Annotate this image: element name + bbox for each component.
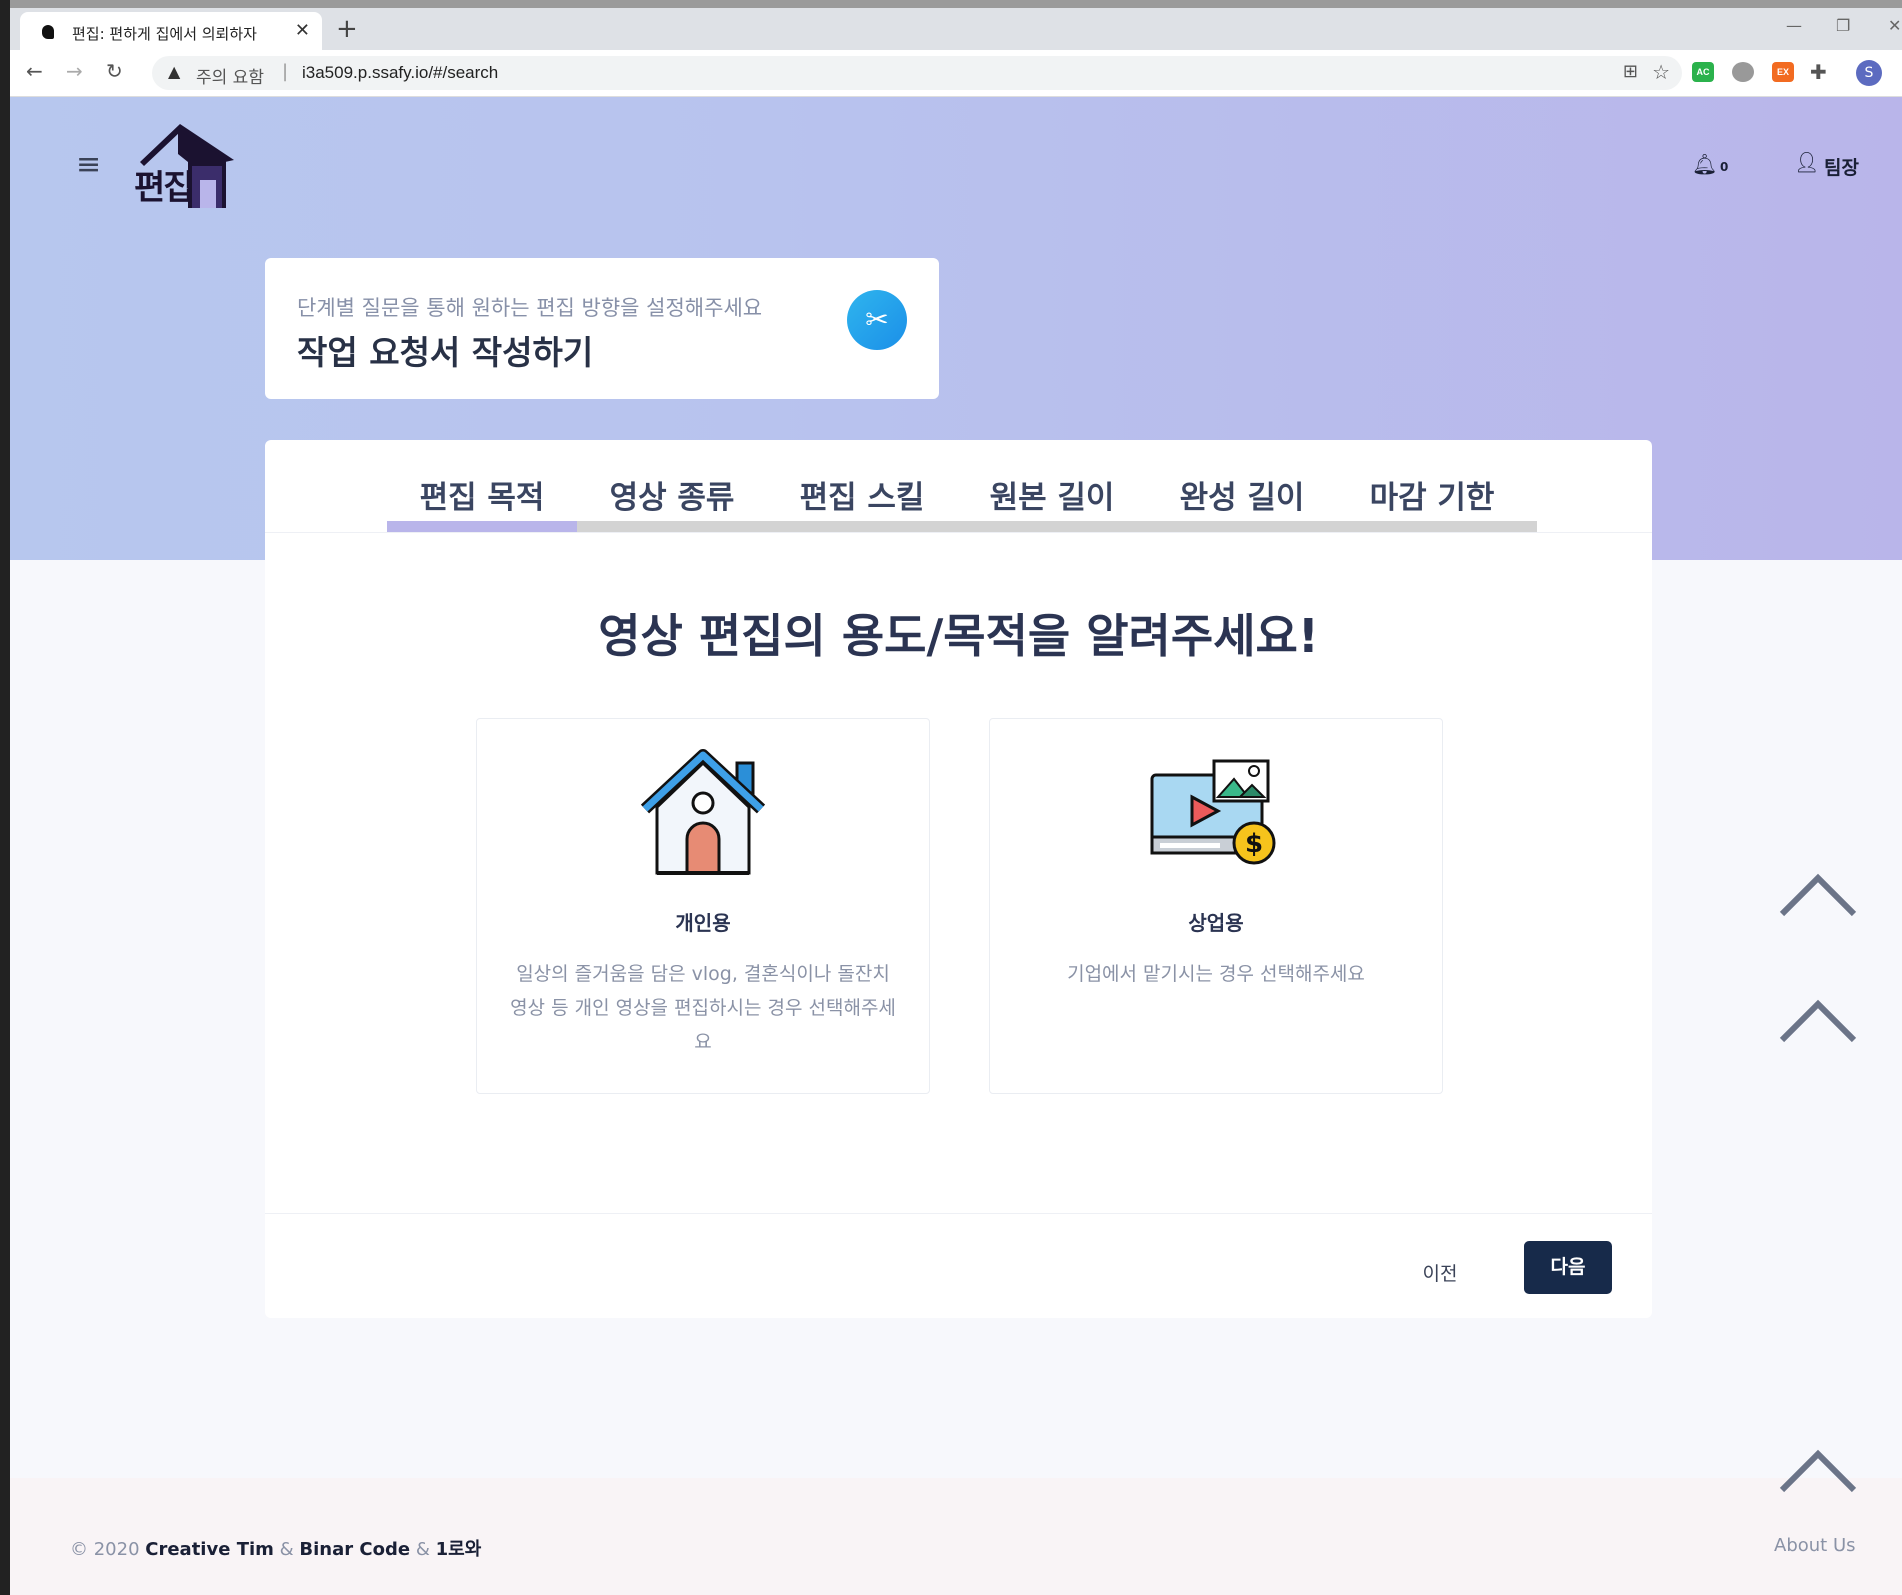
heading-card: 단계별 질문을 통해 원하는 편집 방향을 설정해주세요 작업 요청서 작성하기… xyxy=(265,258,939,399)
video-money-icon: $ xyxy=(1150,759,1276,865)
new-tab-button[interactable]: + xyxy=(336,14,358,44)
option-commercial-description: 기업에서 맡기시는 경우 선택해주세요 xyxy=(1067,963,1365,985)
option-commercial-name: 상업용 xyxy=(1188,911,1244,935)
profile-avatar[interactable]: S xyxy=(1856,60,1882,86)
next-button[interactable]: 다음 xyxy=(1524,1241,1612,1294)
bookmark-star-icon[interactable]: ☆ xyxy=(1652,60,1670,84)
credit-separator: & xyxy=(415,1539,430,1560)
option-commercial[interactable]: $ 상업용 기업에서 맡기시는 경우 선택해주세요 xyxy=(989,718,1443,1094)
option-personal[interactable]: 개인용 일상의 즐거움을 담은 vlog, 결혼식이나 돌잔치 영상 등 개인 … xyxy=(476,718,930,1094)
forward-icon[interactable]: → xyxy=(66,59,83,83)
restore-icon[interactable]: ❐ xyxy=(1836,16,1850,35)
prev-button[interactable]: 이전 xyxy=(1395,1252,1485,1296)
extension-github-icon[interactable] xyxy=(1732,62,1754,82)
question-heading: 영상 편집의 용도/목적을 알려주세요! xyxy=(598,609,1319,663)
option-personal-name: 개인용 xyxy=(675,911,731,935)
url-divider: | xyxy=(282,61,289,82)
translate-icon[interactable]: ⊞ xyxy=(1623,61,1638,82)
address-bar[interactable]: ▲ 주의 요함 | i3a509.p.ssafy.io/#/search ⊞ ☆ xyxy=(152,56,1682,90)
svg-text:$: $ xyxy=(1245,829,1263,859)
heading-title: 작업 요청서 작성하기 xyxy=(297,333,594,372)
request-form-card: 편집 목적 영상 종류 편집 스킬 원본 길이 완성 길이 마감 기한 영상 편… xyxy=(265,440,1652,1318)
about-us-link[interactable]: About Us xyxy=(1774,1535,1856,1556)
extensions-puzzle-icon[interactable]: ✚ xyxy=(1810,60,1827,84)
browser-toolbar: ← → ↻ ▲ 주의 요함 | i3a509.p.ssafy.io/#/sear… xyxy=(10,50,1902,97)
step-progress-active xyxy=(387,521,577,532)
user-icon[interactable]: 👤︎ xyxy=(1794,150,1819,174)
heading-subtitle: 단계별 질문을 통해 원하는 편집 방향을 설정해주세요 xyxy=(297,296,763,320)
tab-edit-skill[interactable]: 편집 스킬 xyxy=(767,472,957,517)
notification-count: 0 xyxy=(1720,160,1729,174)
close-tab-icon[interactable]: ✕ xyxy=(295,20,310,41)
credit-team[interactable]: 1로와 xyxy=(436,1539,482,1560)
back-icon[interactable]: ← xyxy=(26,59,43,83)
credit-binar-code[interactable]: Binar Code xyxy=(299,1539,410,1560)
minimize-icon[interactable]: — xyxy=(1786,16,1802,35)
reload-icon[interactable]: ↻ xyxy=(106,59,123,83)
notification-bell-icon[interactable]: 🔔︎ xyxy=(1692,152,1717,176)
tab-title: 편집: 편하게 집에서 의뢰하자 xyxy=(72,25,257,43)
tab-source-length[interactable]: 원본 길이 xyxy=(957,472,1147,517)
window-close-icon[interactable]: ✕ xyxy=(1888,16,1901,35)
browser-menu-icon[interactable]: ⋮ xyxy=(1894,58,1902,82)
window-top-edge xyxy=(0,0,1902,8)
scroll-top-chevron-icon[interactable] xyxy=(1778,868,1858,918)
footer-copyright: © 2020 Creative Tim & Binar Code & 1로와 xyxy=(70,1535,481,1561)
browser-tab[interactable]: 편집: 편하게 집에서 의뢰하자 ✕ xyxy=(20,12,322,50)
scissors-icon: ✂ xyxy=(847,290,907,350)
card-footer-divider xyxy=(265,1213,1652,1214)
url-text[interactable]: i3a509.p.ssafy.io/#/search xyxy=(302,63,498,83)
logo-text: 편집 xyxy=(134,168,195,208)
tab-video-type[interactable]: 영상 종류 xyxy=(577,472,767,517)
hamburger-menu-icon[interactable]: ≡ xyxy=(76,150,101,180)
extension-ac-icon[interactable]: AC xyxy=(1692,62,1714,82)
extension-ex-icon[interactable]: EX xyxy=(1772,62,1794,82)
option-personal-description: 일상의 즐거움을 담은 vlog, 결혼식이나 돌잔치 영상 등 개인 영상을 … xyxy=(510,963,896,1053)
favicon-icon xyxy=(42,25,54,39)
copyright-year: © 2020 xyxy=(70,1539,140,1560)
tab-edit-purpose[interactable]: 편집 목적 xyxy=(387,472,577,517)
tab-divider xyxy=(265,532,1652,533)
warning-icon[interactable]: ▲ xyxy=(168,62,180,81)
security-label[interactable]: 주의 요함 xyxy=(196,63,264,88)
house-icon xyxy=(641,749,765,875)
browser-tabstrip: 편집: 편하게 집에서 의뢰하자 ✕ + — ❐ ✕ xyxy=(10,8,1902,50)
user-name[interactable]: 팀장 xyxy=(1824,153,1859,180)
desktop-edge xyxy=(0,0,10,1595)
tab-deadline[interactable]: 마감 기한 xyxy=(1337,472,1527,517)
credit-creative-tim[interactable]: Creative Tim xyxy=(145,1539,274,1560)
credit-separator: & xyxy=(279,1539,294,1560)
scroll-top-chevron-icon[interactable] xyxy=(1778,1444,1858,1494)
scroll-top-chevron-icon[interactable] xyxy=(1778,994,1858,1044)
tab-final-length[interactable]: 완성 길이 xyxy=(1147,472,1337,517)
